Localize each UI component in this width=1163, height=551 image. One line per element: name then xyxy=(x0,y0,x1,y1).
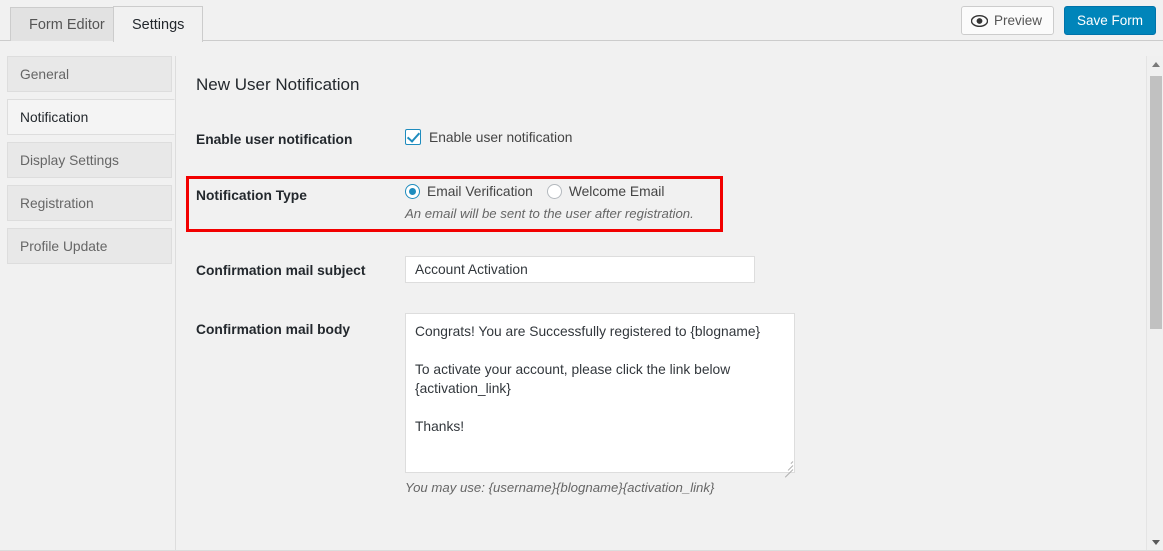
sidebar-item-label: Registration xyxy=(20,195,94,211)
tab-form-editor[interactable]: Form Editor xyxy=(10,7,124,41)
scrollbar-thumb[interactable] xyxy=(1150,76,1162,329)
save-form-button-label: Save Form xyxy=(1076,13,1143,28)
tab-form-editor-label: Form Editor xyxy=(29,16,105,33)
sidebar-item-notification[interactable]: Notification xyxy=(7,99,175,135)
tab-bar: Form Editor Settings Preview Save Form xyxy=(0,0,1163,43)
radio-email-verification[interactable] xyxy=(405,184,420,199)
tab-settings[interactable]: Settings xyxy=(113,6,204,43)
scroll-up-button[interactable] xyxy=(1147,56,1163,73)
chevron-up-icon xyxy=(1151,62,1160,67)
sidebar-item-registration[interactable]: Registration xyxy=(7,185,172,221)
sidebar-item-profile-update[interactable]: Profile Update xyxy=(7,228,172,264)
mail-body-textarea[interactable] xyxy=(405,313,795,473)
sidebar-item-label: Display Settings xyxy=(20,152,119,168)
notification-type-hint: An email will be sent to the user after … xyxy=(405,206,694,221)
notification-type-radio-group: Email Verification Welcome Email xyxy=(405,184,678,199)
radio-welcome-email-label[interactable]: Welcome Email xyxy=(569,184,665,199)
sidebar-item-label: General xyxy=(20,66,70,82)
sidebar-item-label: Notification xyxy=(20,109,89,125)
enable-notification-checkbox-label[interactable]: Enable user notification xyxy=(429,130,572,145)
chevron-down-icon xyxy=(1151,540,1160,545)
enable-notification-label: Enable user notification xyxy=(196,132,353,147)
mail-body-label: Confirmation mail body xyxy=(196,322,351,337)
radio-email-verification-label[interactable]: Email Verification xyxy=(427,184,533,199)
page-scrollbar[interactable] xyxy=(1146,56,1163,551)
sidebar-item-general[interactable]: General xyxy=(7,56,172,92)
eye-icon xyxy=(970,14,988,27)
preview-button[interactable]: Preview xyxy=(960,6,1054,35)
mail-body-hint: You may use: {username}{blogname}{activa… xyxy=(405,480,715,495)
radio-welcome-email[interactable] xyxy=(546,184,562,199)
settings-sidebar: General Notification Display Settings Re… xyxy=(0,56,176,551)
mail-subject-input[interactable] xyxy=(405,256,755,283)
preview-button-label: Preview xyxy=(993,13,1042,28)
sidebar-item-display-settings[interactable]: Display Settings xyxy=(7,142,172,178)
tab-settings-label: Settings xyxy=(132,16,185,33)
settings-content-panel: New User Notification Enable user notifi… xyxy=(177,56,1140,551)
mail-subject-label: Confirmation mail subject xyxy=(196,263,366,278)
scroll-down-button[interactable] xyxy=(1147,534,1163,551)
save-form-button[interactable]: Save Form xyxy=(1063,6,1156,35)
notification-type-label: Notification Type xyxy=(196,188,307,203)
enable-notification-row: Enable user notification xyxy=(405,129,572,145)
enable-notification-checkbox[interactable] xyxy=(405,129,421,145)
page-title: New User Notification xyxy=(196,75,360,94)
sidebar-item-label: Profile Update xyxy=(20,238,108,254)
